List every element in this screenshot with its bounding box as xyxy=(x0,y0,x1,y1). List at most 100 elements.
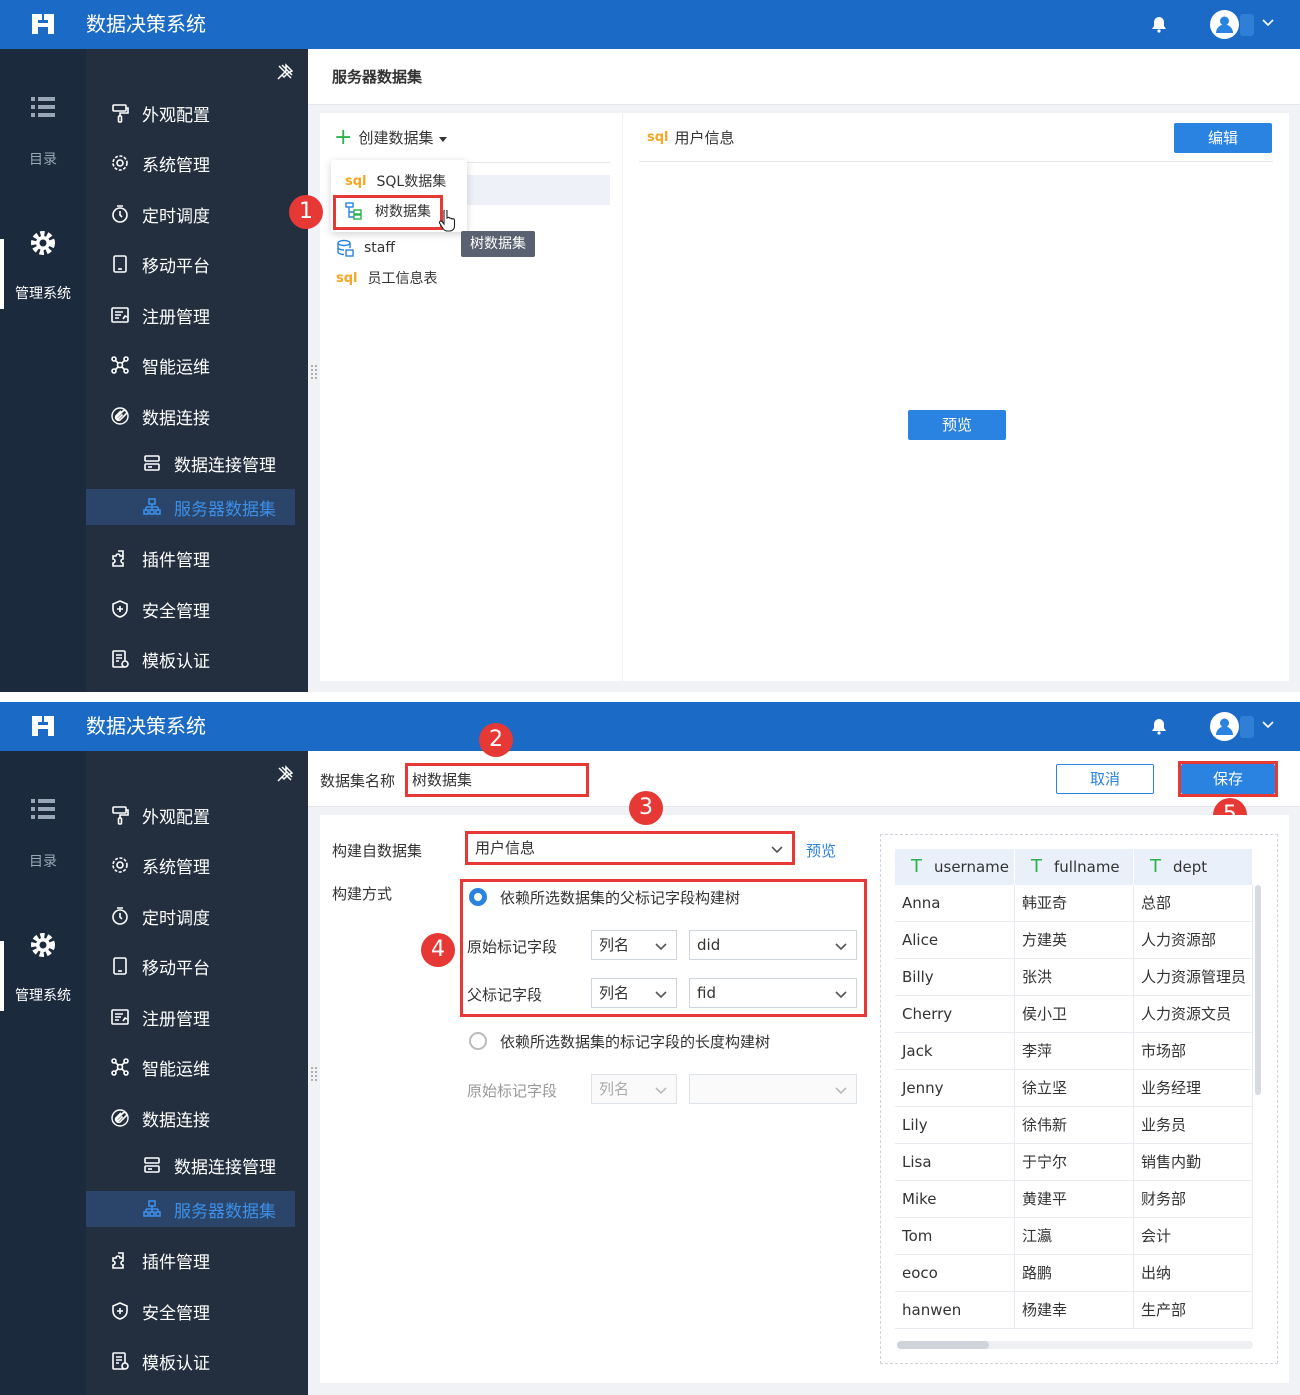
table-header-fullname[interactable]: Tfullname xyxy=(1015,849,1133,885)
highlight-box-5 xyxy=(1178,761,1278,797)
table-cell: 市场部 xyxy=(1134,1033,1253,1070)
bell-icon[interactable] xyxy=(1150,15,1168,33)
menu-item-security[interactable]: 安全管理 xyxy=(86,1293,308,1329)
menu-item-connection-manage[interactable]: 数据连接管理 xyxy=(86,445,308,481)
table-cell: Jenny xyxy=(895,1070,1015,1107)
preview-button[interactable]: 预览 xyxy=(908,410,1006,440)
chevron-down-icon[interactable] xyxy=(1261,717,1275,731)
unpin-icon[interactable] xyxy=(276,765,294,783)
gear-icon xyxy=(110,855,130,875)
menu-item-appearance[interactable]: 外观配置 xyxy=(86,797,308,833)
page-title: 服务器数据集 xyxy=(308,49,1300,105)
gear-icon[interactable] xyxy=(29,229,57,257)
orig-field-select-2[interactable] xyxy=(689,1074,857,1104)
dataset-tree-icon xyxy=(142,497,162,517)
sql-icon: sql xyxy=(345,173,367,189)
cancel-button[interactable]: 取消 xyxy=(1056,764,1154,794)
table-cell: 财务部 xyxy=(1134,1181,1253,1218)
network-icon xyxy=(110,355,130,375)
step-badge-1: 1 xyxy=(289,195,323,229)
menu-item-template-auth[interactable]: 模板认证 xyxy=(86,641,308,677)
username-redacted xyxy=(1240,14,1254,36)
sidebar-menu: 外观配置 系统管理 定时调度 移动平台 注册管理 智能运维 数据连接 数据连接管… xyxy=(86,49,308,692)
table-cell: 销售内勤 xyxy=(1134,1144,1253,1181)
table-header-dept[interactable]: Tdept xyxy=(1134,849,1252,885)
radio-field-length[interactable] xyxy=(469,1032,487,1050)
preview-link[interactable]: 预览 xyxy=(806,840,836,861)
chevron-down-icon xyxy=(834,1083,848,1097)
menu-item-template-auth[interactable]: 模板认证 xyxy=(86,1343,308,1379)
table-cell: Lily xyxy=(895,1107,1015,1144)
left-nav: 目录 管理系统 xyxy=(0,751,86,1395)
horizontal-scrollbar[interactable] xyxy=(897,1341,989,1349)
menu-item-system[interactable]: 系统管理 xyxy=(86,847,308,883)
chevron-down-icon[interactable] xyxy=(1261,15,1275,29)
menu-item-data-connection[interactable]: 数据连接 xyxy=(86,1100,308,1136)
vertical-scrollbar[interactable] xyxy=(1255,885,1261,1095)
menu-item-ops[interactable]: 智能运维 xyxy=(86,347,308,383)
menu-item-sql-dataset[interactable]: sql SQL数据集 xyxy=(331,166,467,196)
menu-item-connection-manage[interactable]: 数据连接管理 xyxy=(86,1147,308,1183)
unpin-icon[interactable] xyxy=(276,63,294,81)
timer-icon xyxy=(110,204,130,224)
text-type-icon: T xyxy=(911,856,922,877)
table-cell: 路鹏 xyxy=(1015,1255,1134,1292)
resize-grip-icon[interactable] xyxy=(310,1066,318,1082)
table-header-username[interactable]: Tusername xyxy=(895,849,1014,885)
nav-manage-system[interactable]: 管理系统 xyxy=(0,283,86,303)
menu-item-appearance[interactable]: 外观配置 xyxy=(86,95,308,131)
orig-field-type-select-2[interactable]: 列名 xyxy=(591,1074,677,1104)
app-logo xyxy=(30,713,56,739)
menu-item-ops[interactable]: 智能运维 xyxy=(86,1049,308,1085)
menu-item-system[interactable]: 系统管理 xyxy=(86,145,308,181)
nav-manage-system[interactable]: 管理系统 xyxy=(0,985,86,1005)
directory-list-icon[interactable] xyxy=(29,93,57,121)
menu-item-register[interactable]: 注册管理 xyxy=(86,999,308,1035)
menu-item-plugin[interactable]: 插件管理 xyxy=(86,1242,308,1278)
menu-item-schedule[interactable]: 定时调度 xyxy=(86,196,308,232)
list-item-staff[interactable]: staff xyxy=(336,239,395,257)
table-cell: Alice xyxy=(895,922,1015,959)
table-cell: Cherry xyxy=(895,996,1015,1033)
tooltip: 树数据集 xyxy=(461,231,535,257)
menu-item-server-dataset[interactable]: 服务器数据集 xyxy=(86,1191,295,1227)
resize-grip-icon[interactable] xyxy=(310,364,318,380)
sql-icon: sql xyxy=(336,270,358,286)
text-type-icon: T xyxy=(1150,856,1161,877)
divider xyxy=(639,161,1273,162)
menu-item-register[interactable]: 注册管理 xyxy=(86,297,308,333)
orig-field-label-2: 原始标记字段 xyxy=(467,1082,558,1100)
edit-button[interactable]: 编辑 xyxy=(1174,123,1272,153)
nav-directory[interactable]: 目录 xyxy=(0,149,86,169)
menu-item-data-connection[interactable]: 数据连接 xyxy=(86,398,308,434)
gear-icon[interactable] xyxy=(29,931,57,959)
link-icon xyxy=(110,406,130,426)
directory-list-icon[interactable] xyxy=(29,795,57,823)
menu-item-mobile[interactable]: 移动平台 xyxy=(86,246,308,282)
menu-item-plugin[interactable]: 插件管理 xyxy=(86,540,308,576)
list-item-employee-info[interactable]: sql 员工信息表 xyxy=(336,268,438,288)
nav-directory[interactable]: 目录 xyxy=(0,851,86,871)
app-title: 数据决策系统 xyxy=(86,12,206,36)
menu-item-security[interactable]: 安全管理 xyxy=(86,591,308,627)
table-cell: 江瀛 xyxy=(1015,1218,1134,1255)
create-dataset-button[interactable]: + 创建数据集 xyxy=(334,124,448,150)
dataset-name-label: 数据集名称 xyxy=(320,772,396,790)
user-icon xyxy=(1210,712,1239,741)
table-cell: Billy xyxy=(895,959,1015,996)
table-cell: 生产部 xyxy=(1134,1292,1253,1329)
tablet-icon xyxy=(110,254,130,274)
avatar[interactable] xyxy=(1210,712,1239,741)
table-cell: 会计 xyxy=(1134,1218,1253,1255)
bell-icon[interactable] xyxy=(1150,717,1168,735)
menu-item-mobile[interactable]: 移动平台 xyxy=(86,948,308,984)
menu-item-server-dataset[interactable]: 服务器数据集 xyxy=(86,489,295,525)
sql-icon: sql xyxy=(647,130,669,145)
highlight-box-2 xyxy=(405,763,589,797)
avatar[interactable] xyxy=(1210,10,1239,39)
plus-icon: + xyxy=(334,124,353,150)
menu-item-schedule[interactable]: 定时调度 xyxy=(86,898,308,934)
table-cell: 徐伟新 xyxy=(1015,1107,1134,1144)
shield-icon xyxy=(110,599,130,619)
preview-table-box: Tusername Tfullname Tdept Anna 韩亚奇 总部 Alice 方建英… xyxy=(880,834,1278,1364)
